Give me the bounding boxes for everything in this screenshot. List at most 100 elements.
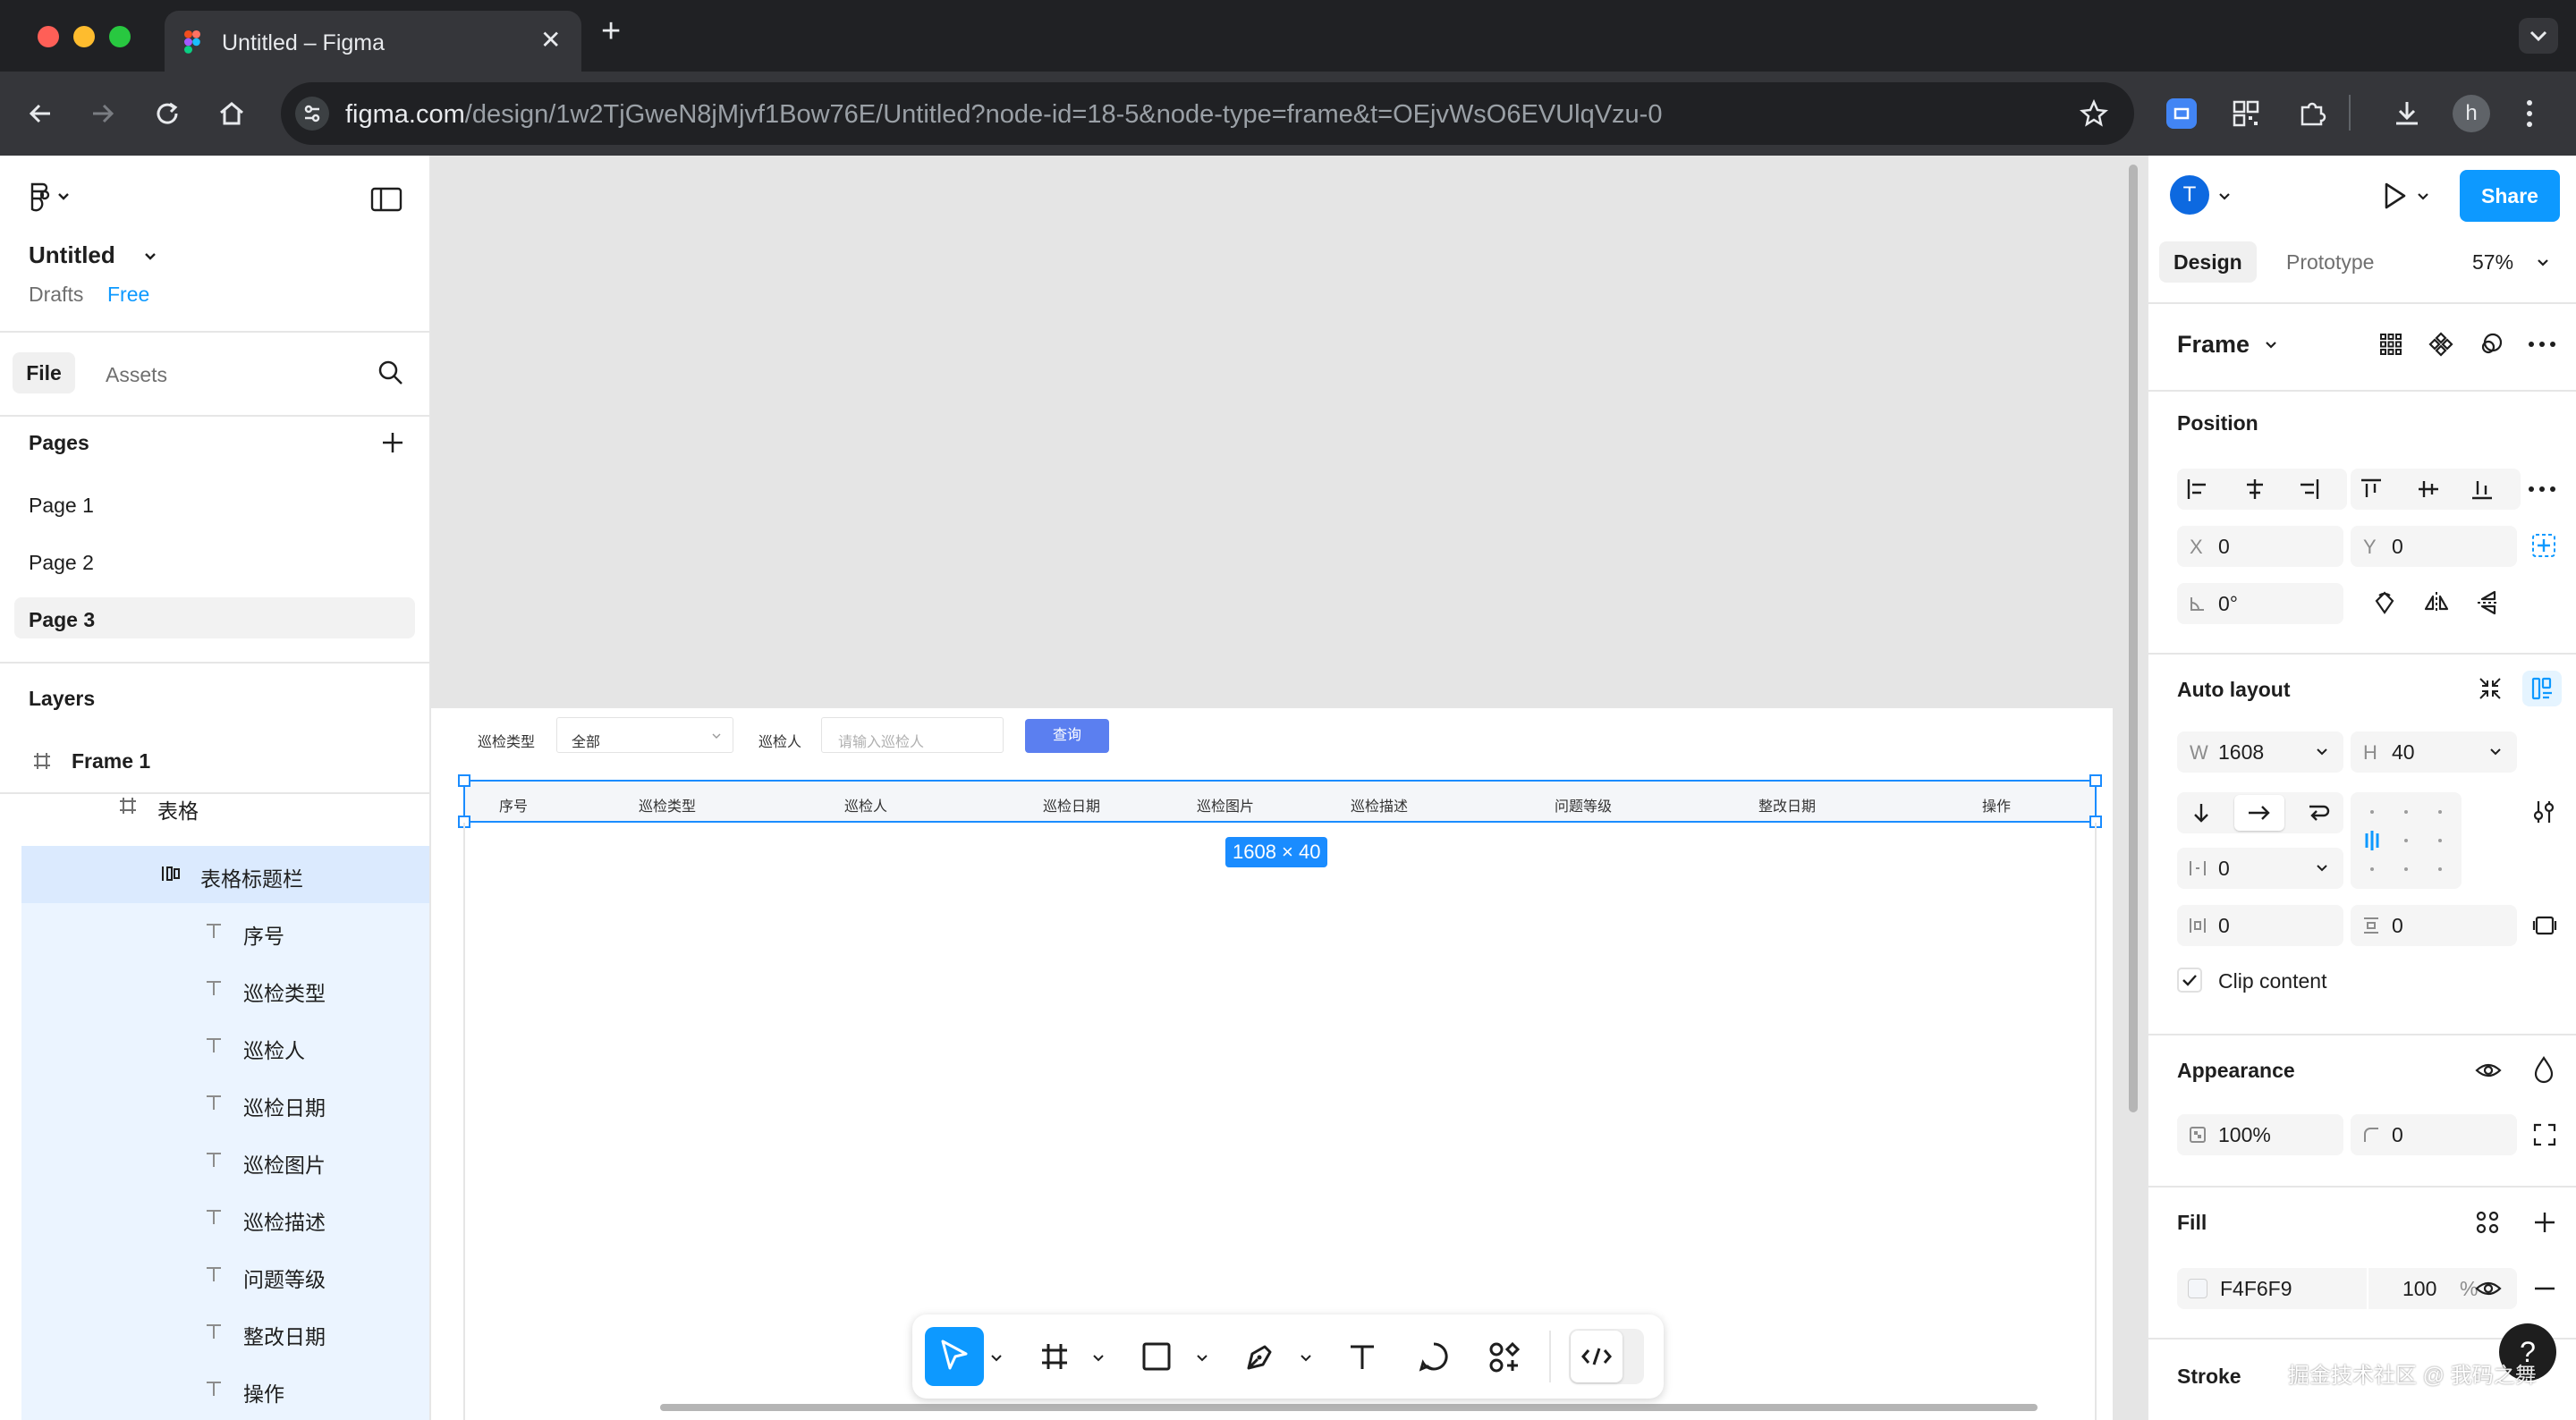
gap-field[interactable]: 0 xyxy=(2177,848,2343,889)
add-fill-icon[interactable] xyxy=(2531,1209,2558,1236)
layout-settings-icon[interactable] xyxy=(2529,798,2558,826)
width-field[interactable]: W 1608 xyxy=(2177,731,2343,773)
file-name[interactable]: Untitled xyxy=(29,241,115,269)
rectangle-tool-icon[interactable] xyxy=(1141,1341,1172,1372)
tab-assets[interactable]: Assets xyxy=(106,363,167,387)
align-bottom-icon[interactable] xyxy=(2469,476,2496,503)
flip-horizontal-icon[interactable] xyxy=(2422,588,2451,617)
direction-vertical-icon[interactable] xyxy=(2188,799,2215,826)
align-top-icon[interactable] xyxy=(2358,476,2385,503)
selection-type-label[interactable]: Frame xyxy=(2177,331,2250,359)
file-location[interactable]: Drafts xyxy=(29,283,83,307)
text-layer-item[interactable]: 序号 xyxy=(243,919,284,950)
close-window-button[interactable] xyxy=(38,26,59,47)
align-left-icon[interactable] xyxy=(2184,476,2211,503)
text-layer-item[interactable]: 巡检人 xyxy=(243,1034,305,1064)
align-middle-icon[interactable] xyxy=(2415,476,2442,503)
address-bar[interactable]: figma.com/design/1w2TjGweN8jMjvf1Bow76E/… xyxy=(281,82,2134,145)
pen-tool-icon[interactable] xyxy=(1243,1341,1275,1374)
corner-radius-field[interactable]: 0 xyxy=(2351,1114,2517,1155)
chevron-down-icon[interactable] xyxy=(2535,254,2551,270)
chevron-down-icon[interactable] xyxy=(1299,1350,1313,1365)
frame-1[interactable]: 巡检类型 全部 巡检人 请输入巡检人 查询 序号 巡检类型 巡检人 巡检日期 巡检图片巡… xyxy=(431,708,2113,1420)
fill-row[interactable]: F4F6F9 100 % xyxy=(2177,1268,2517,1309)
layer-frame-1[interactable]: Frame 1 xyxy=(72,749,150,773)
download-icon[interactable] xyxy=(2392,98,2422,129)
back-icon[interactable] xyxy=(25,98,55,129)
query-button[interactable]: 查询 xyxy=(1025,719,1109,753)
zoom-level[interactable]: 57% xyxy=(2472,250,2513,275)
filter-person-input[interactable]: 请输入巡检人 xyxy=(821,717,1004,753)
chevron-down-icon[interactable] xyxy=(1195,1350,1209,1365)
text-layer-item[interactable]: 操作 xyxy=(243,1377,284,1407)
align-right-icon[interactable] xyxy=(2295,476,2322,503)
horizontal-padding-field[interactable]: 0 xyxy=(2177,905,2343,946)
vertical-padding-field[interactable]: 0 xyxy=(2351,905,2517,946)
chevron-down-icon[interactable] xyxy=(2263,336,2279,352)
page-item[interactable]: Page 1 xyxy=(29,494,94,518)
chevron-down-icon[interactable] xyxy=(989,1350,1004,1365)
minimize-window-button[interactable] xyxy=(73,26,95,47)
table-header-bar[interactable] xyxy=(463,780,2097,823)
chevron-down-icon[interactable] xyxy=(2315,744,2329,758)
text-layer-item[interactable]: 巡检描述 xyxy=(243,1205,326,1236)
resize-handle[interactable] xyxy=(458,774,470,787)
remove-fill-icon[interactable] xyxy=(2531,1275,2558,1302)
y-position-field[interactable]: Y 0 xyxy=(2351,526,2517,567)
page-item-selected[interactable]: Page 3 xyxy=(29,608,95,632)
forward-icon[interactable] xyxy=(88,98,118,129)
figma-main-menu-icon[interactable] xyxy=(29,182,73,213)
toggle-sidebar-icon[interactable] xyxy=(370,186,402,213)
rotation-field[interactable]: 0° xyxy=(2177,583,2343,624)
blend-mode-icon[interactable] xyxy=(2531,1055,2556,1084)
tab-prototype[interactable]: Prototype xyxy=(2286,250,2374,275)
height-field[interactable]: H 40 xyxy=(2351,731,2517,773)
new-tab-icon[interactable]: + xyxy=(601,13,621,51)
search-icon[interactable] xyxy=(376,358,406,388)
plan-badge[interactable]: Free xyxy=(107,283,149,307)
auto-layout-settings-button[interactable] xyxy=(2522,671,2562,706)
grid-layout-icon[interactable] xyxy=(2377,331,2404,358)
extensions-puzzle-icon[interactable] xyxy=(2297,98,2327,129)
fill-color-swatch[interactable] xyxy=(2188,1279,2207,1298)
component-icon[interactable] xyxy=(2428,331,2454,358)
chevron-down-icon[interactable] xyxy=(1091,1350,1106,1365)
add-page-icon[interactable] xyxy=(379,429,406,456)
direction-horizontal-button[interactable] xyxy=(2234,795,2284,831)
fill-hex-value[interactable]: F4F6F9 xyxy=(2220,1277,2292,1301)
more-options-icon[interactable] xyxy=(2526,478,2558,501)
direction-wrap-icon[interactable] xyxy=(2304,799,2331,826)
layer-table-header-bar[interactable]: 表格标题栏 xyxy=(200,862,303,892)
user-avatar[interactable]: T xyxy=(2170,175,2209,215)
url-text[interactable]: figma.com/design/1w2TjGweN8jMjvf1Bow76E/… xyxy=(345,100,1662,130)
rotate-90-icon[interactable] xyxy=(2370,588,2399,617)
reload-icon[interactable] xyxy=(152,98,182,129)
x-position-field[interactable]: X 0 xyxy=(2177,526,2343,567)
bookmark-star-icon[interactable] xyxy=(2079,98,2109,129)
page-item[interactable]: Page 2 xyxy=(29,551,94,575)
filter-type-select[interactable]: 全部 xyxy=(556,717,733,753)
actions-tool-icon[interactable] xyxy=(1488,1341,1521,1374)
move-tool-button[interactable] xyxy=(925,1327,984,1386)
independent-corners-icon[interactable] xyxy=(2531,1121,2558,1148)
visibility-eye-icon[interactable] xyxy=(2474,1275,2503,1302)
text-tool-icon[interactable] xyxy=(1347,1341,1377,1372)
frame-tool-icon[interactable] xyxy=(1039,1341,1070,1372)
text-layer-item[interactable]: 巡检类型 xyxy=(243,976,326,1007)
individual-padding-icon[interactable] xyxy=(2531,912,2558,939)
text-layer-item[interactable]: 整改日期 xyxy=(243,1320,326,1350)
tab-search-button[interactable] xyxy=(2519,18,2558,54)
opacity-field[interactable]: 100% xyxy=(2177,1114,2343,1155)
dev-mode-toggle[interactable] xyxy=(1569,1329,1644,1384)
text-layer-item[interactable]: 巡检图片 xyxy=(243,1148,326,1179)
flip-vertical-icon[interactable] xyxy=(2474,588,2503,617)
text-layer-item[interactable]: 巡检日期 xyxy=(243,1091,326,1121)
file-menu-chevron-icon[interactable] xyxy=(141,247,159,265)
canvas[interactable]: 巡检类型 全部 巡检人 请输入巡检人 查询 序号 巡检类型 巡检人 巡检日期 巡检图片巡… xyxy=(431,156,2147,1420)
constraints-icon[interactable] xyxy=(2529,531,2558,560)
extension-icon[interactable] xyxy=(2166,98,2197,129)
align-center-icon[interactable] xyxy=(2241,476,2268,503)
chevron-down-icon[interactable] xyxy=(2488,744,2503,758)
vertical-scrollbar[interactable] xyxy=(2129,165,2138,1112)
close-tab-icon[interactable]: ✕ xyxy=(540,25,561,55)
